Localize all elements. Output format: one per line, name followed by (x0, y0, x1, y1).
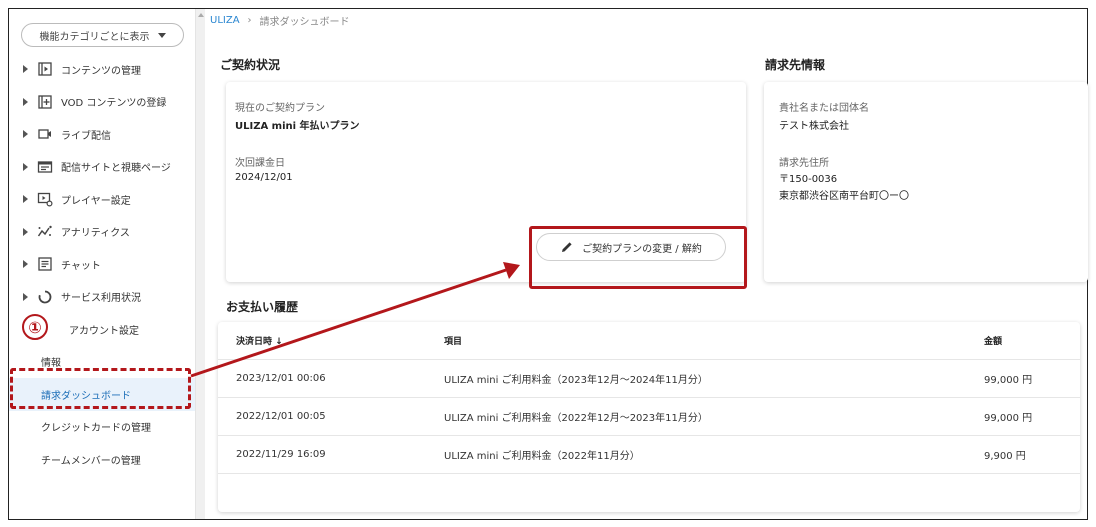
expand-caret-icon (23, 130, 28, 139)
expand-caret-icon (23, 65, 28, 74)
breadcrumb-current: 請求ダッシュボード (259, 17, 350, 28)
row-amount: 9,900 円 (984, 451, 1026, 462)
company-label: 貴社名または団体名 (779, 103, 869, 114)
header-item: 項目 (444, 337, 463, 347)
content-icon (37, 61, 53, 77)
row-amount: 99,000 円 (984, 375, 1033, 386)
expand-caret-icon (23, 260, 28, 269)
sidebar-item-chat[interactable]: チャット (9, 248, 195, 281)
table-row: 2023/12/01 00:06 ULIZA mini ご利用料金（2023年1… (218, 360, 1080, 398)
upload-icon (37, 94, 53, 110)
row-date: 2022/11/29 16:09 (236, 449, 326, 460)
row-date: 2022/12/01 00:05 (236, 411, 326, 422)
sidebar-item-label: プレイヤー設定 (61, 195, 131, 207)
site-icon (37, 159, 53, 175)
row-amount: 99,000 円 (984, 413, 1033, 424)
analytics-icon (37, 224, 53, 240)
sidebar-item-label: コンテンツの管理 (61, 65, 141, 77)
breadcrumb-separator: › (247, 15, 252, 26)
live-icon (37, 126, 53, 142)
sidebar-item-label: チャット (61, 260, 101, 272)
breadcrumb-root-link[interactable]: ULIZA (210, 15, 240, 26)
sidebar-item-label: VOD コンテンツの登録 (61, 98, 167, 110)
payments-table: 決済日時 ↓ 項目 金額 2023/12/01 00:06 ULIZA mini… (218, 322, 1080, 512)
header-date[interactable]: 決済日時 ↓ (236, 322, 283, 359)
sidebar-item-sites[interactable]: 配信サイトと視聴ページ (9, 151, 195, 184)
sidebar-item-label: ライブ配信 (61, 130, 111, 142)
table-header-row: 決済日時 ↓ 項目 金額 (218, 322, 1080, 360)
expand-caret-icon (23, 162, 28, 171)
sidebar-subitem-label: チームメンバーの管理 (41, 455, 141, 467)
plan-value: ULIZA mini 年払いプラン (235, 121, 360, 132)
sidebar-item-contents[interactable]: コンテンツの管理 (9, 53, 195, 86)
highlight-billing-dashboard (10, 368, 191, 409)
sidebar-item-player[interactable]: プレイヤー設定 (9, 183, 195, 216)
sidebar-scrollbar[interactable] (195, 9, 205, 519)
row-item: ULIZA mini ご利用料金（2022年11月分） (444, 451, 640, 462)
sidebar-item-label: サービス利用状況 (61, 293, 141, 305)
sidebar-item-label: アカウント設定 (69, 325, 139, 337)
expand-caret-icon (23, 292, 28, 301)
expand-caret-icon (23, 97, 28, 106)
table-row: 2022/12/01 00:05 ULIZA mini ご利用料金（2022年1… (218, 398, 1080, 436)
sidebar-item-label: アナリティクス (61, 228, 130, 240)
row-item: ULIZA mini ご利用料金（2022年12月～2023年11月分） (444, 413, 708, 424)
header-amount: 金額 (984, 337, 1003, 347)
row-item: ULIZA mini ご利用料金（2023年12月～2024年11月分） (444, 375, 708, 386)
sidebar-subitem-label: 情報 (41, 358, 61, 370)
postal-code: 〒150-0036 (779, 174, 838, 185)
sidebar-subitem-team-members[interactable]: チームメンバーの管理 (9, 443, 195, 476)
scroll-up-icon[interactable] (198, 13, 204, 17)
expand-caret-icon (23, 195, 28, 204)
sidebar-item-vod-upload[interactable]: VOD コンテンツの登録 (9, 86, 195, 119)
step-number-badge: ① (22, 314, 48, 340)
expand-caret-icon (23, 227, 28, 236)
address-label: 請求先住所 (779, 158, 829, 169)
sidebar-item-label: 配信サイトと視聴ページ (61, 163, 171, 175)
usage-icon (37, 289, 53, 305)
sidebar-item-live[interactable]: ライブ配信 (9, 118, 195, 151)
sidebar: 機能カテゴリごとに表示 コンテンツの管理 VOD コンテンツの登録 ライブ配信 (9, 9, 195, 519)
highlight-change-plan (529, 226, 747, 289)
sidebar-subitem-label: クレジットカードの管理 (41, 423, 151, 435)
address-value: 東京都渋谷区南平台町〇ー〇 (779, 191, 909, 202)
category-view-button[interactable]: 機能カテゴリごとに表示 (21, 23, 184, 47)
dropdown-arrow-icon (157, 32, 166, 38)
sidebar-subitem-credit-card[interactable]: クレジットカードの管理 (9, 411, 195, 444)
payments-section-title: お支払い履歴 (226, 300, 299, 314)
sidebar-item-analytics[interactable]: アナリティクス (9, 216, 195, 249)
sidebar-item-usage[interactable]: サービス利用状況 (9, 281, 195, 314)
next-billing-label: 次回課金日 (235, 158, 285, 169)
plan-label: 現在のご契約プラン (235, 103, 325, 114)
table-row: 2022/11/29 16:09 ULIZA mini ご利用料金（2022年1… (218, 436, 1080, 474)
row-date: 2023/12/01 00:06 (236, 373, 326, 384)
player-settings-icon (37, 191, 53, 207)
contract-section-title: ご契約状況 (220, 58, 281, 72)
next-billing-value: 2024/12/01 (235, 172, 293, 183)
sidebar-nav: コンテンツの管理 VOD コンテンツの登録 ライブ配信 配信サイトと視聴ページ (9, 53, 195, 476)
chat-icon (37, 256, 53, 272)
company-value: テスト株式会社 (779, 121, 849, 132)
category-view-label: 機能カテゴリごとに表示 (39, 31, 150, 43)
billing-section-title: 請求先情報 (765, 58, 826, 72)
breadcrumb: ULIZA › 請求ダッシュボード (210, 13, 350, 28)
